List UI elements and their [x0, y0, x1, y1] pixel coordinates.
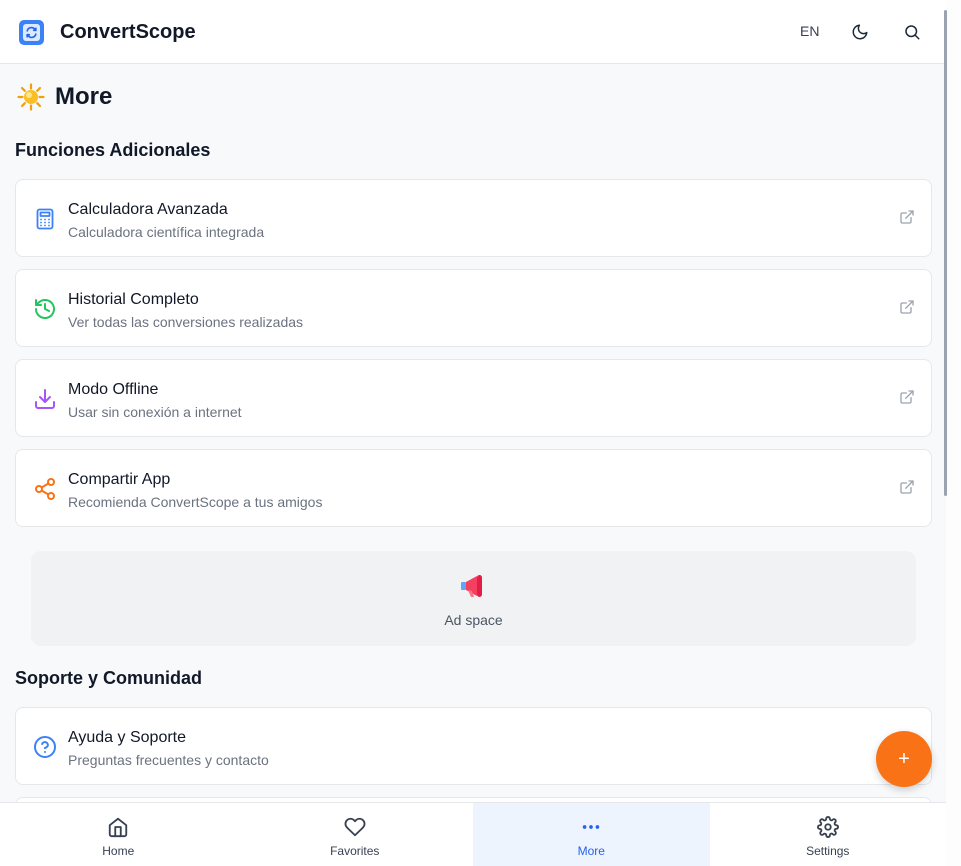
list-item-history[interactable]: Historial Completo Ver todas las convers… [15, 269, 932, 347]
list-item-title: Calculadora Avanzada [68, 201, 228, 218]
history-icon [33, 297, 57, 321]
heart-icon [344, 816, 366, 838]
nav-item-home[interactable]: Home [0, 803, 237, 866]
calculator-icon [33, 207, 57, 231]
list-item-subtitle: Recomienda ConvertScope a tus amigos [68, 494, 323, 510]
page-header: More [17, 83, 112, 111]
nav-item-more[interactable]: More [473, 803, 710, 866]
scrollbar-thumb[interactable] [944, 10, 947, 496]
list-item-title: Compartir App [68, 471, 171, 488]
share-icon [33, 477, 57, 501]
external-link-icon [899, 209, 915, 225]
more-dots-icon [580, 816, 602, 838]
nav-label: Favorites [330, 844, 380, 858]
moon-icon[interactable] [848, 20, 872, 44]
list-item-subtitle: Calculadora científica integrada [68, 224, 265, 240]
section-title-additional: Funciones Adicionales [15, 140, 211, 160]
list-item-subtitle: Preguntas frecuentes y contacto [68, 752, 269, 768]
home-icon [107, 816, 129, 838]
list-item-offline[interactable]: Modo Offline Usar sin conexión a interne… [15, 359, 932, 437]
gear-icon [816, 816, 839, 838]
list-item-subtitle: Usar sin conexión a internet [68, 404, 242, 420]
scrollbar-track[interactable] [946, 0, 961, 866]
page-title: More [55, 83, 113, 110]
app-title: ConvertScope [60, 21, 196, 43]
list-item-title: Historial Completo [68, 291, 199, 308]
top-app-bar: ConvertScope EN [0, 0, 946, 64]
section-title-support: Soporte y Comunidad [15, 668, 203, 688]
external-link-icon [899, 389, 915, 405]
nav-label: More [577, 844, 605, 858]
ad-space: Ad space [31, 551, 916, 646]
list-item-title: Modo Offline [68, 381, 159, 398]
external-link-icon [899, 479, 915, 495]
megaphone-icon [459, 573, 487, 599]
help-circle-icon [33, 735, 57, 759]
app-logo-icon[interactable] [19, 20, 44, 45]
ad-label: Ad space [444, 612, 503, 628]
list-item-share[interactable]: Compartir App Recomienda ConvertScope a … [15, 449, 932, 527]
download-icon [33, 387, 57, 411]
list-item-title: Ayuda y Soporte [68, 729, 187, 746]
list-item-calculator[interactable]: Calculadora Avanzada Calculadora científ… [15, 179, 932, 257]
external-link-icon [899, 299, 915, 315]
list-item-help[interactable]: Ayuda y Soporte Preguntas frecuentes y c… [15, 707, 932, 785]
add-fab-button[interactable]: + [876, 731, 932, 787]
bottom-navigation: Home Favorites More Settings [0, 802, 946, 866]
nav-label: Settings [806, 844, 850, 858]
sun-icon [17, 83, 45, 111]
nav-item-favorites[interactable]: Favorites [237, 803, 474, 866]
language-button[interactable]: EN [800, 23, 819, 39]
search-icon[interactable] [900, 20, 924, 44]
list-item-subtitle: Ver todas las conversiones realizadas [68, 314, 304, 330]
nav-item-settings[interactable]: Settings [710, 803, 947, 866]
nav-label: Home [102, 844, 135, 858]
